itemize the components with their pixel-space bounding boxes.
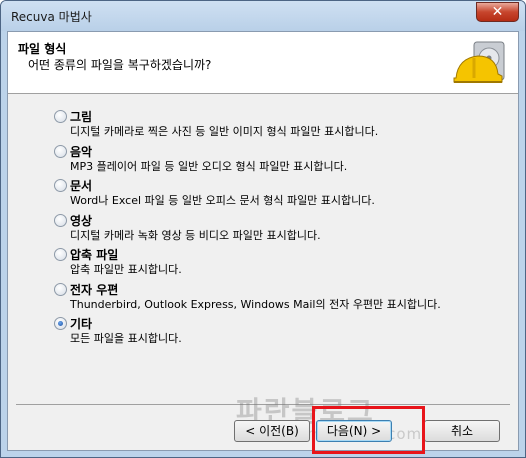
wizard-client-area: 파일 형식 어떤 종류의 파일을 복구하겠습니까? 그림 디지털 카메라로 찍은… <box>7 31 519 454</box>
radio-document[interactable] <box>54 179 67 192</box>
page-title: 파일 형식 <box>18 42 67 56</box>
close-button[interactable]: ✕ <box>476 2 519 22</box>
hard-drive-hardhat-icon <box>453 41 505 83</box>
previous-button[interactable]: < 이전(B) <box>234 420 310 442</box>
radio-video[interactable] <box>54 213 67 227</box>
option-description: 압축 파일만 표시합니다. <box>70 263 182 276</box>
wizard-header: 파일 형식 어떤 종류의 파일을 복구하겠습니까? <box>8 32 518 94</box>
radio-email[interactable] <box>54 282 67 296</box>
next-button-highlight <box>312 406 425 454</box>
radio-other[interactable] <box>54 317 67 330</box>
option-compressed[interactable]: 압축 파일 압축 파일만 표시합니다. <box>54 246 494 281</box>
window-title: Recuva 마법사 <box>11 10 92 24</box>
option-music[interactable]: 음악 MP3 플레이어 파일 등 일반 오디오 형식 파일만 표시합니다. <box>54 143 494 178</box>
option-document[interactable]: 문서 Word나 Excel 파일 등 일반 오피스 문서 형식 파일만 표시합… <box>54 177 494 212</box>
option-description: 모든 파일을 표시합니다. <box>70 332 182 345</box>
title-bar[interactable]: Recuva 마법사 ✕ <box>1 1 525 31</box>
radio-compressed[interactable] <box>54 248 67 261</box>
option-picture[interactable]: 그림 디지털 카메라로 찍은 사진 등 일반 이미지 형식 파일만 표시합니다. <box>54 108 494 143</box>
recuva-wizard-window: Recuva 마법사 ✕ 파일 형식 어떤 종류의 파일을 복구하겠습니까? 그… <box>0 0 526 458</box>
option-description: 디지털 카메라로 찍은 사진 등 일반 이미지 형식 파일만 표시합니다. <box>70 125 379 138</box>
radio-picture[interactable] <box>54 110 67 123</box>
option-description: Word나 Excel 파일 등 일반 오피스 문서 형식 파일만 표시합니다. <box>70 194 375 207</box>
file-type-options: 그림 디지털 카메라로 찍은 사진 등 일반 이미지 형식 파일만 표시합니다.… <box>54 108 494 350</box>
page-subtitle: 어떤 종류의 파일을 복구하겠습니까? <box>28 58 212 72</box>
option-description: MP3 플레이어 파일 등 일반 오디오 형식 파일만 표시합니다. <box>70 159 348 173</box>
cancel-button[interactable]: 취소 <box>424 420 500 442</box>
radio-music[interactable] <box>54 144 67 158</box>
option-other[interactable]: 기타 모든 파일을 표시합니다. <box>54 315 494 350</box>
option-description: Thunderbird, Outlook Express, Windows Ma… <box>70 297 441 311</box>
option-description: 디지털 카메라 녹화 영상 등 비디오 파일만 표시합니다. <box>70 228 321 242</box>
option-video[interactable]: 영상 디지털 카메라 녹화 영상 등 비디오 파일만 표시합니다. <box>54 212 494 247</box>
option-email[interactable]: 전자 우편 Thunderbird, Outlook Express, Wind… <box>54 281 494 316</box>
